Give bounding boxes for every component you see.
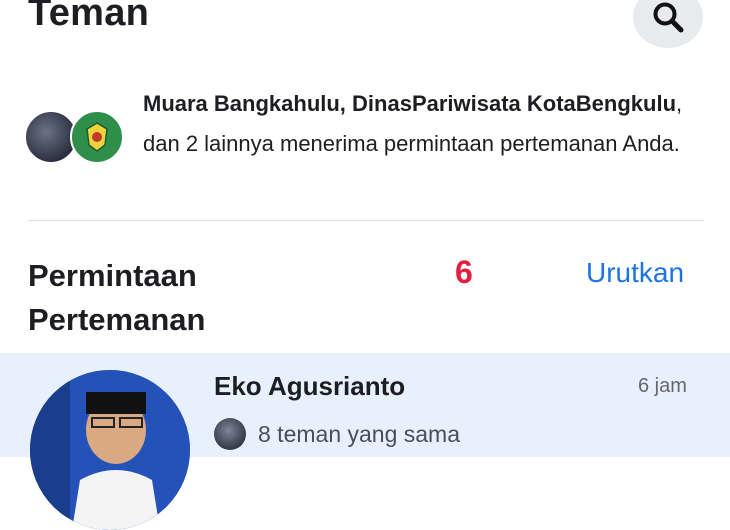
mutual-friends[interactable]: 8 teman yang sama [214,418,460,450]
notification-text: Muara Bangkahulu, DinasPariwisata KotaBe… [143,84,683,164]
search-icon [653,2,684,33]
section-title: Permintaan Pertemanan [28,258,206,337]
request-count: 6 [455,254,473,290]
requester-name[interactable]: Eko Agusrianto [214,371,405,402]
notification-names: Muara Bangkahulu, DinasPariwisata KotaBe… [143,91,677,116]
avatar-stack [24,110,124,164]
avatar [30,370,190,530]
avatar [214,418,246,450]
profile-photo-icon [30,370,190,530]
mutual-friends-label: 8 teman yang sama [258,420,461,447]
search-button[interactable] [633,0,703,48]
sort-button[interactable]: Urutkan [586,257,684,289]
request-time: 6 jam [638,375,687,397]
emblem-icon [80,120,114,154]
friend-accept-notification[interactable]: Muara Bangkahulu, DinasPariwisata KotaBe… [24,80,714,195]
avatar [70,110,124,164]
page-title: Teman [28,0,150,34]
friend-request-row[interactable]: Eko Agusrianto 6 jam 8 teman yang sama [0,353,730,530]
divider [28,220,704,221]
